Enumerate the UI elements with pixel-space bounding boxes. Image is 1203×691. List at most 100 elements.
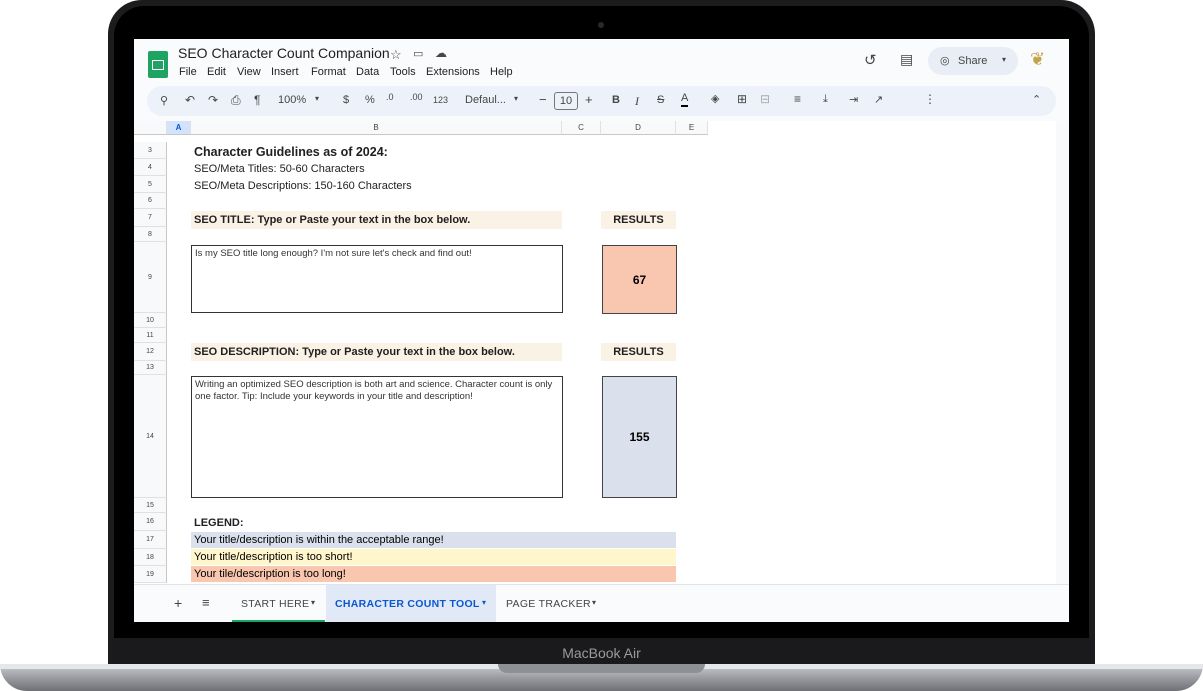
- italic-button[interactable]: I: [635, 94, 639, 109]
- legend-acceptable[interactable]: Your title/description is within the acc…: [191, 532, 676, 548]
- row-header[interactable]: 18: [134, 549, 167, 566]
- row-header[interactable]: 7: [134, 209, 167, 227]
- version-history-icon[interactable]: ↺: [864, 51, 877, 69]
- bold-button[interactable]: B: [612, 94, 620, 106]
- spreadsheet-window: SEO Character Count Companion ☆ ▭ ☁ File…: [134, 39, 1069, 622]
- cloud-status-icon[interactable]: ☁: [435, 46, 447, 60]
- strikethrough-icon[interactable]: S: [657, 94, 664, 106]
- paint-format-icon[interactable]: ¶: [254, 93, 260, 107]
- percent-format-button[interactable]: %: [365, 94, 375, 106]
- seo-description-input[interactable]: Writing an optimized SEO description is …: [191, 376, 563, 498]
- decrease-font-size-icon[interactable]: −: [539, 92, 547, 107]
- seo-title-banner[interactable]: SEO TITLE: Type or Paste your text in th…: [191, 211, 562, 229]
- redo-icon[interactable]: ↷: [208, 93, 218, 107]
- decrease-decimal-button[interactable]: .0: [386, 92, 394, 102]
- row-header[interactable]: 13: [134, 361, 167, 375]
- row-header[interactable]: 4: [134, 159, 167, 176]
- fill-color-icon[interactable]: ◈: [711, 92, 719, 105]
- tab-start-here[interactable]: START HERE: [241, 598, 309, 610]
- more-formats-button[interactable]: 123: [433, 95, 448, 105]
- share-button[interactable]: ◎ Share ▾: [928, 47, 1018, 75]
- seo-description-banner[interactable]: SEO DESCRIPTION: Type or Paste your text…: [191, 343, 562, 361]
- merge-cells-icon[interactable]: ⊟: [760, 92, 770, 106]
- select-all-corner[interactable]: [134, 121, 167, 135]
- legend-heading[interactable]: LEGEND:: [194, 517, 244, 529]
- guideline-descriptions[interactable]: SEO/Meta Descriptions: 150-160 Character…: [194, 180, 412, 192]
- row-header[interactable]: 17: [134, 531, 167, 549]
- chevron-down-icon[interactable]: ▾: [482, 598, 486, 607]
- legend-too-long[interactable]: Your tile/description is too long!: [191, 566, 676, 582]
- results-label[interactable]: RESULTS: [601, 211, 676, 229]
- font-size-input[interactable]: 10: [554, 92, 578, 110]
- chevron-down-icon[interactable]: ▾: [514, 94, 518, 103]
- seo-description-count[interactable]: 155: [602, 376, 677, 498]
- row-header[interactable]: 12: [134, 343, 167, 361]
- zoom-select[interactable]: 100%: [278, 94, 306, 106]
- row-header[interactable]: 5: [134, 176, 167, 193]
- star-icon[interactable]: ☆: [390, 47, 402, 63]
- row-header[interactable]: 3: [134, 142, 167, 159]
- increase-font-size-icon[interactable]: +: [585, 92, 593, 107]
- guidelines-heading[interactable]: Character Guidelines as of 2024:: [194, 145, 388, 159]
- column-header-b[interactable]: B: [191, 121, 562, 135]
- results-label[interactable]: RESULTS: [601, 343, 676, 361]
- font-select[interactable]: Defaul...: [465, 94, 506, 106]
- menu-insert[interactable]: Insert: [271, 66, 299, 78]
- guideline-titles[interactable]: SEO/Meta Titles: 50-60 Characters: [194, 163, 365, 175]
- document-title[interactable]: SEO Character Count Companion: [178, 45, 390, 61]
- vertical-align-icon[interactable]: ⤓: [823, 93, 828, 106]
- add-sheet-icon[interactable]: +: [174, 595, 182, 611]
- borders-icon[interactable]: ⊞: [737, 92, 747, 106]
- text-color-button[interactable]: A: [681, 92, 689, 107]
- text-wrapping-icon[interactable]: ⇥: [849, 93, 858, 106]
- all-sheets-icon[interactable]: ≡: [202, 595, 210, 610]
- row-header[interactable]: 9: [134, 242, 167, 313]
- comments-icon[interactable]: ▤: [900, 51, 913, 68]
- move-folder-icon[interactable]: ▭: [413, 47, 423, 60]
- align-left-icon[interactable]: ≡: [794, 92, 801, 106]
- chevron-down-icon[interactable]: ▾: [315, 94, 319, 103]
- row-header[interactable]: 16: [134, 513, 167, 531]
- undo-icon[interactable]: ↶: [185, 93, 195, 107]
- menu-extensions[interactable]: Extensions: [426, 66, 480, 78]
- search-menus-icon[interactable]: ⚲: [160, 94, 168, 107]
- tab-page-tracker[interactable]: PAGE TRACKER: [506, 598, 591, 610]
- chevron-down-icon[interactable]: ▾: [311, 598, 315, 607]
- row-header[interactable]: 14: [134, 375, 167, 498]
- column-header-c[interactable]: C: [562, 121, 601, 135]
- tab-character-count-tool[interactable]: CHARACTER COUNT TOOL: [335, 598, 480, 610]
- more-options-icon[interactable]: ⋮: [924, 92, 936, 106]
- sheets-logo-icon[interactable]: [148, 51, 168, 78]
- tab-start-here-indicator: [232, 620, 325, 622]
- chevron-down-icon[interactable]: ▾: [592, 598, 596, 607]
- toolbar: ⚲ ↶ ↷ ⎙ ¶ 100% ▾ $ % .0 .00 123 Defaul..…: [147, 86, 1056, 116]
- device-label: MacBook Air: [562, 645, 641, 661]
- vertical-scrollbar[interactable]: [1056, 121, 1069, 584]
- menu-data[interactable]: Data: [356, 66, 379, 78]
- currency-format-button[interactable]: $: [343, 94, 349, 106]
- row-header[interactable]: 19: [134, 566, 167, 583]
- share-label: Share: [958, 55, 988, 67]
- menu-help[interactable]: Help: [490, 66, 513, 78]
- legend-too-short[interactable]: Your title/description is too short!: [191, 549, 676, 565]
- row-header[interactable]: 8: [134, 227, 167, 242]
- row-header[interactable]: 15: [134, 498, 167, 513]
- menu-format[interactable]: Format: [311, 66, 346, 78]
- column-header-a[interactable]: A: [167, 121, 191, 135]
- seo-title-input[interactable]: Is my SEO title long enough? I'm not sur…: [191, 245, 563, 313]
- menu-file[interactable]: File: [179, 66, 197, 78]
- collapse-toolbar-icon[interactable]: ⌃: [1032, 93, 1041, 106]
- menu-view[interactable]: View: [237, 66, 261, 78]
- menu-edit[interactable]: Edit: [207, 66, 226, 78]
- avatar[interactable]: ❦: [1030, 49, 1045, 70]
- print-icon[interactable]: ⎙: [231, 93, 241, 108]
- text-rotation-icon[interactable]: ↗: [874, 93, 883, 106]
- row-header[interactable]: 6: [134, 193, 167, 209]
- column-header-e[interactable]: E: [676, 121, 708, 135]
- increase-decimal-button[interactable]: .00: [410, 92, 423, 102]
- menu-tools[interactable]: Tools: [390, 66, 416, 78]
- seo-title-count[interactable]: 67: [602, 245, 677, 314]
- column-header-d[interactable]: D: [601, 121, 676, 135]
- row-header[interactable]: 11: [134, 328, 167, 343]
- row-header[interactable]: 10: [134, 313, 167, 328]
